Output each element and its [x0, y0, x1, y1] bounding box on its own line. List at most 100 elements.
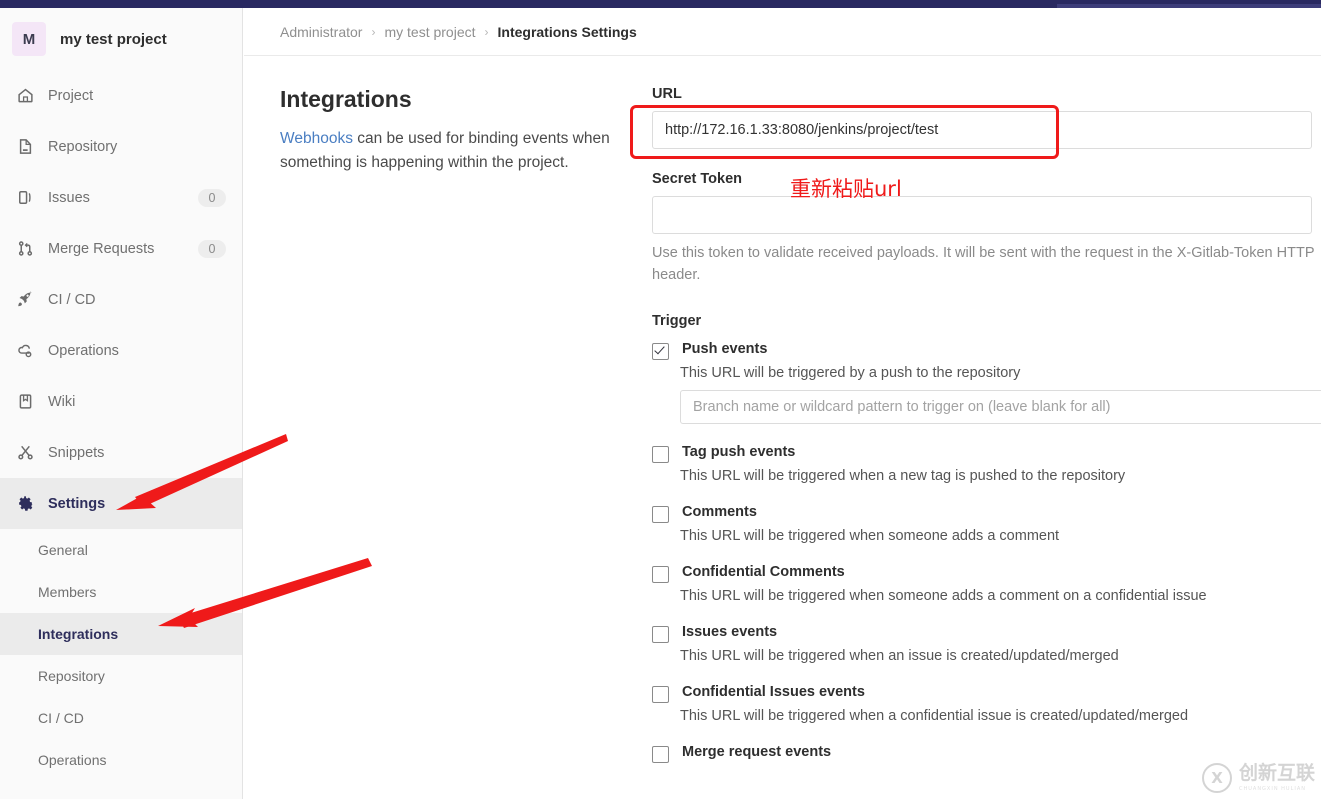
sidebar-item-label: Snippets — [48, 444, 105, 461]
trigger-push-events: Push events This URL will be triggered b… — [652, 341, 1321, 424]
tag-push-events-checkbox[interactable] — [652, 445, 669, 463]
document-icon — [16, 138, 34, 156]
breadcrumb-current: Integrations Settings — [497, 23, 637, 40]
main-content: Administrator › my test project › Integr… — [244, 8, 1321, 799]
sidebar-nav: Project Repository Issues 0 Merge Reques… — [0, 70, 242, 529]
project-name: my test project — [60, 30, 167, 48]
sidebar-subitem-integrations[interactable]: Integrations — [0, 613, 242, 655]
trigger-tag-push-events: Tag push events This URL will be trigger… — [652, 444, 1321, 484]
subitem-label: General — [38, 542, 88, 558]
merge-request-events-checkbox[interactable] — [652, 745, 669, 763]
sidebar: M my test project Project Repository Iss… — [0, 8, 243, 799]
sidebar-item-label: CI / CD — [48, 291, 96, 308]
watermark: X 创新互联 CHUANGXIN HULIAN — [1201, 762, 1315, 793]
project-header[interactable]: M my test project — [0, 8, 242, 70]
sidebar-subitem-repository[interactable]: Repository — [0, 655, 242, 697]
trigger-issues-events: Issues events This URL will be triggered… — [652, 624, 1321, 664]
merge-requests-count-badge: 0 — [198, 239, 226, 258]
breadcrumb-project[interactable]: my test project — [384, 24, 475, 40]
breadcrumb: Administrator › my test project › Integr… — [244, 8, 1321, 56]
breadcrumb-root[interactable]: Administrator — [280, 24, 362, 40]
sidebar-item-label: Wiki — [48, 393, 76, 410]
sidebar-item-settings[interactable]: Settings — [0, 478, 242, 529]
issues-count-badge: 0 — [198, 188, 226, 207]
page-description: Webhooks can be used for binding events … — [280, 127, 619, 175]
trigger-confidential-comments: Confidential Comments This URL will be t… — [652, 564, 1321, 604]
trigger-merge-request-events: Merge request events — [652, 744, 1321, 763]
url-label: URL — [652, 86, 682, 102]
trigger-label: Push events — [682, 340, 768, 357]
webhook-form: URL Secret Token Use this token to valid… — [619, 86, 1321, 783]
confidential-comments-checkbox[interactable] — [652, 565, 669, 583]
webhooks-link[interactable]: Webhooks — [280, 130, 353, 147]
settings-description-column: Integrations Webhooks can be used for bi… — [244, 86, 619, 783]
trigger-confidential-issues-events: Confidential Issues events This URL will… — [652, 684, 1321, 724]
url-input[interactable] — [652, 111, 1312, 149]
trigger-description: This URL will be triggered by a push to … — [680, 364, 1021, 381]
push-events-checkbox[interactable] — [652, 342, 669, 360]
trigger-label: Confidential Issues events — [682, 683, 865, 700]
project-avatar: M — [12, 22, 46, 56]
watermark-subtext: CHUANGXIN HULIAN — [1238, 786, 1306, 792]
subitem-label: Members — [38, 584, 97, 600]
sidebar-subitem-ci-cd[interactable]: CI / CD — [0, 697, 242, 739]
push-events-branch-input[interactable] — [680, 389, 1321, 424]
trigger-description: This URL will be triggered when a new ta… — [680, 467, 1126, 484]
subitem-label: Repository — [38, 668, 105, 684]
subitem-label: CI / CD — [38, 710, 84, 726]
rocket-icon — [16, 291, 34, 309]
issues-events-checkbox[interactable] — [652, 625, 669, 643]
merge-request-icon — [16, 240, 34, 258]
trigger-label: Comments — [682, 503, 757, 520]
secret-token-help: Use this token to validate received payl… — [652, 245, 1315, 283]
sidebar-item-merge-requests[interactable]: Merge Requests 0 — [0, 223, 242, 274]
trigger-label: Issues events — [682, 623, 778, 640]
trigger-group-title: Trigger — [652, 312, 702, 329]
book-icon — [16, 393, 34, 411]
gear-icon — [16, 495, 34, 513]
trigger-label: Confidential Comments — [682, 563, 845, 580]
comments-checkbox[interactable] — [652, 505, 669, 523]
settings-row: Integrations Webhooks can be used for bi… — [244, 56, 1321, 783]
annotation-note: 重新粘贴url — [790, 177, 902, 201]
sidebar-item-label: Operations — [48, 342, 119, 359]
settings-subnav: General Members Integrations Repository … — [0, 529, 242, 781]
sidebar-item-issues[interactable]: Issues 0 — [0, 172, 242, 223]
sidebar-item-label: Settings — [48, 495, 106, 512]
cloud-gear-icon — [16, 342, 34, 360]
app-root: M my test project Project Repository Iss… — [0, 0, 1321, 799]
trigger-description: This URL will be triggered when someone … — [680, 527, 1060, 544]
secret-token-input[interactable] — [652, 196, 1312, 234]
sidebar-item-label: Repository — [48, 138, 118, 155]
home-icon — [16, 87, 34, 105]
sidebar-subitem-general[interactable]: General — [0, 529, 242, 571]
sidebar-subitem-operations[interactable]: Operations — [0, 739, 242, 781]
confidential-issues-events-checkbox[interactable] — [652, 685, 669, 703]
sidebar-item-project[interactable]: Project — [0, 70, 242, 121]
sidebar-item-label: Merge Requests — [48, 240, 155, 257]
sidebar-item-label: Issues — [48, 189, 90, 206]
trigger-description: This URL will be triggered when a confid… — [680, 707, 1189, 724]
watermark-logo-icon: X — [1201, 763, 1232, 793]
sidebar-item-snippets[interactable]: Snippets — [0, 427, 242, 478]
top-navbar — [0, 0, 1321, 8]
chevron-right-icon: › — [484, 24, 489, 39]
watermark-text: 创新互联 — [1238, 762, 1315, 784]
trigger-description: This URL will be triggered when someone … — [680, 587, 1207, 604]
trigger-comments: Comments This URL will be triggered when… — [652, 504, 1321, 544]
secret-token-label: Secret Token — [652, 171, 742, 187]
subitem-label: Operations — [38, 752, 107, 768]
issues-icon — [16, 189, 34, 207]
sidebar-item-operations[interactable]: Operations — [0, 325, 242, 376]
sidebar-item-label: Project — [48, 87, 94, 104]
chevron-right-icon: › — [371, 24, 376, 39]
sidebar-item-wiki[interactable]: Wiki — [0, 376, 242, 427]
sidebar-item-repository[interactable]: Repository — [0, 121, 242, 172]
subitem-label: Integrations — [38, 626, 119, 642]
sidebar-subitem-members[interactable]: Members — [0, 571, 242, 613]
trigger-label: Tag push events — [682, 443, 796, 460]
sidebar-item-ci-cd[interactable]: CI / CD — [0, 274, 242, 325]
trigger-description: This URL will be triggered when an issue… — [680, 647, 1119, 664]
scissors-icon — [16, 444, 34, 462]
trigger-label: Merge request events — [682, 743, 832, 760]
